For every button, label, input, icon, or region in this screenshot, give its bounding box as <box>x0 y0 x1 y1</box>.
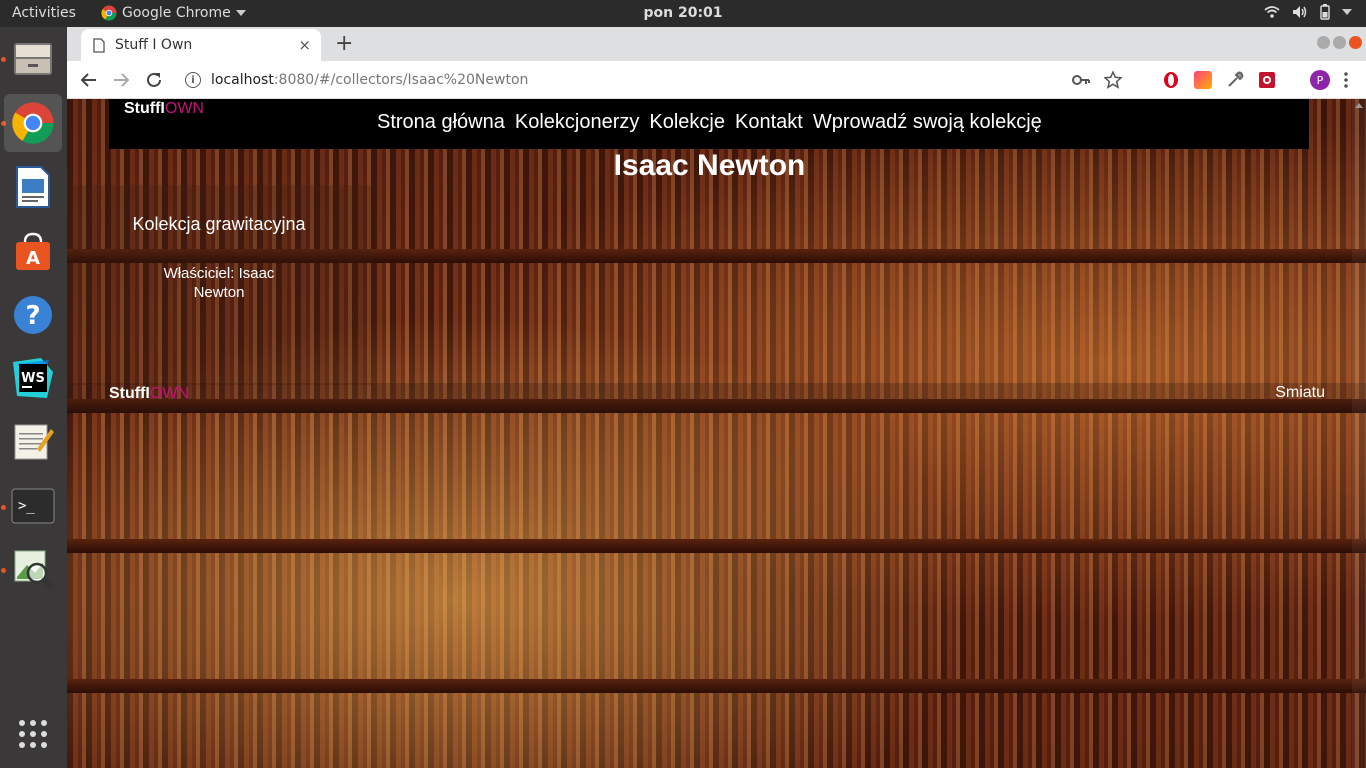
back-arrow-icon[interactable] <box>80 71 98 89</box>
close-icon[interactable]: × <box>298 36 311 54</box>
url-host: localhost <box>211 72 274 88</box>
key-icon[interactable] <box>1072 73 1090 87</box>
tab-strip: Stuff I Own × + <box>67 27 1366 61</box>
clock[interactable]: pon 20:01 <box>643 5 722 21</box>
battery-icon <box>1320 4 1330 20</box>
terminal-icon[interactable]: >_ <box>4 477 62 535</box>
footer-logo: StuffIOWN <box>109 385 189 403</box>
window-close-button[interactable] <box>1349 36 1362 49</box>
app-menu[interactable]: Google Chrome <box>101 5 246 21</box>
profile-avatar[interactable]: P <box>1310 70 1330 90</box>
site-nav: Strona główna Kolekcjonerzy Kolekcje Kon… <box>377 111 1042 134</box>
writer-icon[interactable] <box>4 158 62 216</box>
minimize-button[interactable] <box>1317 36 1330 49</box>
chevron-down-icon <box>235 10 246 16</box>
site-info-icon[interactable]: i <box>185 72 201 88</box>
tab-title: Stuff I Own <box>115 37 193 53</box>
page-scrollbar[interactable] <box>1352 99 1366 768</box>
nav-contact[interactable]: Kontakt <box>735 111 803 134</box>
address-bar[interactable]: i localhost:8080/#/collectors/Isaac%20Ne… <box>185 67 1145 93</box>
software-center-icon[interactable]: A <box>4 222 62 280</box>
system-tray[interactable] <box>1264 4 1352 20</box>
background-shelf <box>67 679 1366 693</box>
svg-text:A: A <box>26 248 40 269</box>
opera-extension-icon[interactable] <box>1162 71 1180 89</box>
dock: A ? WS >_ <box>0 27 67 768</box>
tab-stuff-i-own[interactable]: Stuff I Own × <box>81 29 321 61</box>
forward-arrow-icon[interactable] <box>112 71 130 89</box>
logo-stuff-text: StuffI <box>109 385 150 402</box>
nav-add-collection[interactable]: Wprowadź swoją kolekcję <box>813 111 1042 134</box>
files-icon[interactable] <box>4 29 62 87</box>
window-controls <box>1317 36 1362 49</box>
scroll-up-arrow-icon[interactable] <box>1355 103 1363 108</box>
screenshot-extension-icon[interactable] <box>1258 71 1276 89</box>
nav-collections[interactable]: Kolekcje <box>649 111 725 134</box>
color-extension-icon[interactable] <box>1194 71 1212 89</box>
page-title: Isaac Newton <box>613 149 806 182</box>
system-top-bar: Activities Google Chrome pon 20:01 <box>0 0 1366 27</box>
maximize-button[interactable] <box>1333 36 1346 49</box>
app-menu-label: Google Chrome <box>122 5 231 21</box>
webstorm-icon[interactable]: WS <box>4 349 62 407</box>
nav-collectors[interactable]: Kolekcjonerzy <box>515 111 640 134</box>
site-logo[interactable]: StuffIOWN <box>124 100 204 118</box>
toolbar-icons: P <box>1072 70 1348 90</box>
logo-stuff-text: StuffI <box>124 100 165 117</box>
collection-owner: Właściciel: Isaac Newton <box>163 265 275 301</box>
eyedropper-icon[interactable] <box>1226 71 1244 89</box>
new-tab-button[interactable]: + <box>335 31 353 56</box>
logo-own-text: OWN <box>149 385 189 402</box>
chevron-down-icon <box>1342 9 1352 15</box>
app-grid-icon[interactable] <box>4 705 62 763</box>
volume-icon <box>1293 6 1307 18</box>
collection-name[interactable]: Kolekcja grawitacyjna <box>67 214 371 235</box>
text-editor-icon[interactable] <box>4 412 62 470</box>
activities-button[interactable]: Activities <box>12 5 76 21</box>
site-footer: StuffIOWN Smiatu <box>67 383 1366 413</box>
svg-text:?: ? <box>25 301 40 331</box>
svg-text:WS: WS <box>21 371 45 386</box>
help-icon[interactable]: ? <box>4 286 62 344</box>
reload-icon[interactable] <box>145 71 163 89</box>
wifi-icon <box>1264 6 1280 18</box>
footer-credit: Smiatu <box>1275 384 1325 401</box>
nav-home[interactable]: Strona główna <box>377 111 505 134</box>
chrome-icon[interactable] <box>4 94 62 152</box>
page-icon <box>93 37 105 53</box>
browser-toolbar: i localhost:8080/#/collectors/Isaac%20Ne… <box>67 61 1366 99</box>
svg-text:>_: >_ <box>18 498 35 514</box>
chrome-small-icon <box>101 5 117 21</box>
bookmark-star-icon[interactable] <box>1104 71 1122 89</box>
logo-own-text: OWN <box>164 100 204 117</box>
more-menu-icon[interactable] <box>1344 72 1348 88</box>
background-shelf <box>67 539 1366 553</box>
image-viewer-icon[interactable] <box>4 540 62 598</box>
page-viewport: StuffIOWN Strona główna Kolekcjonerzy Ko… <box>67 99 1366 768</box>
site-header: StuffIOWN Strona główna Kolekcjonerzy Ko… <box>109 99 1309 149</box>
url-path: :8080/#/collectors/Isaac%20Newton <box>273 72 529 88</box>
